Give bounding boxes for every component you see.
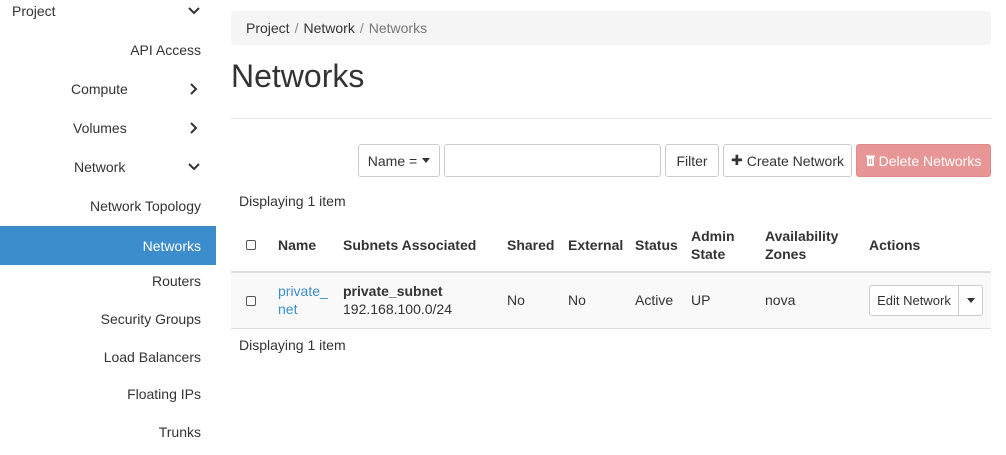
breadcrumb-separator: / <box>294 20 299 36</box>
sidebar-item-label: Network <box>74 159 126 175</box>
chevron-down-icon <box>186 3 202 19</box>
column-header-admin-state-line1: Admin <box>691 228 735 244</box>
plus-icon: ✚ <box>731 152 743 168</box>
column-header-name[interactable]: Name <box>278 236 316 254</box>
create-network-button[interactable]: ✚ Create Network <box>723 144 852 177</box>
subnet-name: private_subnet <box>343 283 443 299</box>
column-header-subnets[interactable]: Subnets Associated <box>343 236 476 254</box>
sidebar-item-networks[interactable]: Networks <box>0 226 216 265</box>
shared-cell: No <box>507 292 525 308</box>
network-name-line1: private_ <box>278 283 328 299</box>
sidebar-item-label: API Access <box>130 42 201 58</box>
subnet-cidr: 192.168.100.0/24 <box>343 301 452 317</box>
create-network-label: Create Network <box>746 152 844 169</box>
sidebar-item-label: Load Balancers <box>103 349 201 365</box>
sidebar-item-floating-ips[interactable]: Floating IPs <box>0 376 216 412</box>
divider <box>231 118 991 119</box>
sidebar-item-network[interactable]: Network <box>0 149 216 185</box>
sidebar-item-routers[interactable]: Routers <box>0 263 216 299</box>
chevron-right-icon <box>186 81 202 97</box>
table-row-divider <box>231 328 991 329</box>
row-checkbox[interactable] <box>246 296 256 306</box>
column-header-status[interactable]: Status <box>635 236 678 254</box>
sidebar-item-load-balancers[interactable]: Load Balancers <box>0 339 216 375</box>
sidebar-item-api-access[interactable]: API Access <box>0 32 216 68</box>
edit-network-label: Edit Network <box>877 293 951 308</box>
filter-button[interactable]: Filter <box>665 144 719 177</box>
filter-button-label: Filter <box>676 152 708 169</box>
column-header-zones-line2: Zones <box>765 246 807 262</box>
breadcrumb-item-network[interactable]: Network <box>303 20 354 36</box>
breadcrumb-separator: / <box>359 20 364 36</box>
breadcrumb-item-current: Networks <box>368 20 428 36</box>
sidebar-item-security-groups[interactable]: Security Groups <box>0 301 216 337</box>
delete-networks-button[interactable]: Delete Networks <box>856 144 991 177</box>
sidebar-item-project[interactable]: Project <box>0 0 216 29</box>
status-cell: Active <box>635 292 674 308</box>
filter-input[interactable] <box>444 144 661 177</box>
breadcrumb: Project / Network / Networks <box>231 11 991 45</box>
display-count-bottom: Displaying 1 item <box>239 337 346 353</box>
sidebar-item-label: Network Topology <box>89 198 201 214</box>
sidebar-item-label: Networks <box>142 237 201 254</box>
sidebar-item-label: Project <box>12 3 56 19</box>
sidebar-item-network-topology[interactable]: Network Topology <box>0 188 216 224</box>
sidebar-item-trunks[interactable]: Trunks <box>0 414 216 450</box>
sidebar-item-label: Routers <box>151 273 201 289</box>
row-actions-dropdown[interactable] <box>958 285 983 316</box>
column-header-admin-state-line2: State <box>691 246 726 262</box>
trash-icon <box>865 153 875 169</box>
column-header-shared[interactable]: Shared <box>507 236 554 254</box>
chevron-right-icon <box>186 120 202 136</box>
sidebar-item-label: Floating IPs <box>127 386 201 402</box>
sidebar-item-label: Trunks <box>158 424 201 440</box>
column-header-zones-line1: Availability <box>765 228 839 244</box>
sidebar-item-label: Volumes <box>73 120 127 136</box>
column-header-availability-zones[interactable]: Availability Zones <box>765 227 838 263</box>
column-header-admin-state[interactable]: Admin State <box>691 227 735 263</box>
column-header-actions: Actions <box>869 237 921 253</box>
display-count-top: Displaying 1 item <box>239 193 346 209</box>
sidebar-item-label: Compute <box>71 81 128 97</box>
subnet-cell: private_subnet 192.168.100.0/24 <box>343 282 452 318</box>
sidebar-item-label: Security Groups <box>100 311 201 327</box>
external-cell: No <box>568 292 586 308</box>
network-name-link[interactable]: private_ net <box>278 282 328 318</box>
sidebar-item-volumes[interactable]: Volumes <box>0 110 216 146</box>
column-header-external[interactable]: External <box>568 236 623 254</box>
sidebar: Project API Access Compute Volumes Netwo… <box>0 0 216 455</box>
filter-field-label: Name = <box>367 152 418 169</box>
edit-network-button[interactable]: Edit Network <box>869 285 959 316</box>
breadcrumb-item-project[interactable]: Project <box>246 20 290 36</box>
page-title: Networks <box>231 58 365 94</box>
filter-field-dropdown[interactable]: Name = <box>358 144 440 177</box>
delete-networks-label: Delete Networks <box>878 152 982 169</box>
network-name-line2: net <box>278 301 298 317</box>
zones-cell: nova <box>765 292 796 308</box>
sidebar-item-compute[interactable]: Compute <box>0 71 216 107</box>
caret-down-icon <box>422 158 431 163</box>
chevron-down-icon <box>186 159 202 175</box>
caret-down-icon <box>966 298 975 303</box>
admin-state-cell: UP <box>691 292 711 308</box>
select-all-checkbox[interactable] <box>246 240 256 250</box>
